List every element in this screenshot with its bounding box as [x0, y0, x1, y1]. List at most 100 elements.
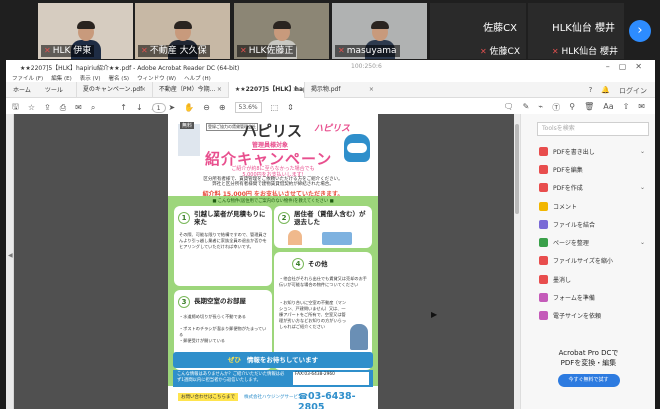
help-icon[interactable]: ?	[589, 86, 593, 96]
box-3-title: 長期空室のお部屋	[194, 297, 246, 305]
left-panel-toggle[interactable]: ◀	[6, 114, 14, 409]
participant-tile[interactable]: ✕ HLK佐藤正	[234, 3, 329, 59]
document-tab[interactable]: × 掲示物.pdf	[303, 81, 380, 98]
scroll-mode-icon[interactable]: ⇕	[287, 103, 294, 112]
tool-item[interactable]: フォームを準備	[521, 288, 655, 306]
stamp-icon[interactable]: ⚲	[569, 102, 575, 113]
close-tab-icon[interactable]: ×	[217, 82, 222, 98]
tool-item[interactable]: PDFを書き出し ⌄	[521, 142, 655, 160]
box-1-num: 1	[178, 212, 190, 224]
next-page-icon[interactable]: ›	[629, 20, 651, 42]
nav-home[interactable]: ホーム	[6, 85, 38, 94]
chevron-down-icon[interactable]: ⌄	[640, 184, 645, 191]
upload-icon[interactable]: ⇪	[44, 103, 51, 112]
tool-item[interactable]: 墨消し	[521, 270, 655, 288]
menu-item[interactable]: 編集 (E)	[51, 74, 72, 82]
box-4-num: 4	[292, 258, 304, 270]
print-icon[interactable]: ⎙	[60, 103, 66, 113]
tool-label: PDFを書き出し	[553, 148, 595, 156]
tools-search-input[interactable]: Toolsを検索	[537, 122, 649, 136]
mic-muted-icon: ✕	[240, 46, 247, 55]
hand-tool-icon[interactable]: ✋	[184, 103, 194, 112]
tool-item[interactable]: PDFを作成 ⌄	[521, 179, 655, 197]
box-1-text: その際、可能な限りで結構ですので、管理員さんより引っ越し業者に家族全員の退去か否…	[179, 232, 267, 249]
menu-item[interactable]: ファイル (F)	[12, 74, 43, 82]
participant-tile[interactable]: ✕ masuyama	[332, 3, 427, 59]
window-controls[interactable]: –▢✕	[606, 62, 651, 71]
text-tool-icon[interactable]: Aa	[603, 102, 613, 113]
fit-page-icon[interactable]: ⬚	[271, 103, 279, 112]
save-icon[interactable]: 🖫	[12, 101, 19, 115]
nav-tools[interactable]: ツール	[38, 85, 70, 94]
zoom-out-icon[interactable]: ⊖	[203, 103, 210, 112]
titlebar-center-text: 100:250:6	[351, 63, 382, 70]
select-cursor-icon[interactable]: ➤	[168, 103, 175, 112]
tool-item[interactable]: ページを整理 ⌄	[521, 233, 655, 251]
participant-name-small: ✕ 佐藤CX	[479, 47, 520, 57]
mic-muted-icon: ✕	[141, 46, 148, 55]
zoom-level[interactable]: 53.6%	[234, 102, 262, 113]
textbox-icon[interactable]: Ⓣ	[552, 102, 560, 113]
tool-icon	[539, 146, 548, 156]
window-titlebar: ★★2207]5【HLK】hapiriu紹介★★.pdf - Adobe Acr…	[6, 60, 655, 74]
participant-tile-no-video[interactable]: 佐藤CX ✕ 佐藤CX	[430, 3, 526, 59]
tool-label: フォームを準備	[553, 295, 595, 303]
banner-text: 情報をお待ちしています	[246, 356, 319, 364]
toolbar-right: 🗨 ✎ ⌁ Ⓣ ⚲ 🗑 Aa ⇧ ✉	[504, 102, 645, 113]
pdf-page: 無料 登録ご協力の賃貸管理会社 ハピリス ハピリス 管理員様対象 紹介キャンペー…	[168, 114, 378, 409]
tool-item[interactable]: ファイルを結合	[521, 215, 655, 233]
participant-tile[interactable]: ✕ HLK 伊東	[38, 3, 133, 59]
tool-icon	[539, 293, 548, 303]
chevron-down-icon[interactable]: ⌄	[640, 239, 645, 246]
page-number-input[interactable]: 1	[151, 102, 166, 113]
company-name: 株式会社ハウジングサービス	[244, 395, 303, 400]
delete-icon[interactable]: 🗑	[584, 102, 594, 113]
zoom-in-icon[interactable]: ⊕	[219, 103, 226, 112]
tab-label: ★★2207]5【HLK】hapi…	[234, 85, 304, 93]
free-trial-button[interactable]: 今すぐ無料で試す	[557, 374, 620, 387]
chevron-down-icon[interactable]: ⌄	[640, 148, 645, 155]
family-illustration	[288, 230, 302, 245]
video-gallery-strip: ✕ HLK 伊東 ✕ 不動産 大久保 ✕ HLK佐藤正 ✕ masuyama 佐藤CX ✕ 佐藤C…	[0, 0, 660, 60]
login-button[interactable]: ログイン	[619, 86, 647, 96]
scroll-thumb[interactable]	[515, 124, 519, 214]
mic-muted-icon: ✕	[44, 46, 51, 55]
pen-icon[interactable]: ✎	[523, 102, 530, 113]
page-down-icon[interactable]: ↓	[136, 103, 143, 112]
document-tab[interactable]: × 不動産（PM）今期…	[151, 81, 228, 98]
zoom-search-icon[interactable]: ⌕	[91, 103, 95, 113]
screen: ✕ HLK 伊東 ✕ 不動産 大久保 ✕ HLK佐藤正 ✕ masuyama 佐藤CX ✕ 佐藤C…	[0, 0, 660, 409]
email-share-icon[interactable]: ✉	[638, 102, 645, 113]
box-3-item-3: ・郵便受けが開いている	[179, 338, 225, 343]
document-tabs: × 夏のキャンペーン.pdf × 不動産（PM）今期… × ★★2207]5【HLK】ha…	[75, 81, 380, 98]
tool-item[interactable]: ファイルサイズを縮小	[521, 252, 655, 270]
highlighter-icon[interactable]: ⌁	[538, 102, 543, 113]
participant-tile[interactable]: ✕ 不動産 大久保	[135, 3, 230, 59]
close-tab-icon[interactable]: ×	[369, 82, 374, 98]
participant-tile-no-video[interactable]: HLK仙台 櫻井 ✕ HLK仙台 櫻井	[528, 3, 624, 59]
bell-icon[interactable]: 🔔	[601, 86, 610, 96]
tool-label: ファイルサイズを縮小	[553, 258, 613, 266]
truck-illustration	[322, 232, 352, 245]
tool-item[interactable]: コメント	[521, 197, 655, 215]
email-icon[interactable]: ✉	[75, 103, 82, 112]
document-tab[interactable]: ×★★2207]5【HLK】hapi…	[227, 81, 304, 98]
box-2: 2 居住者（賃借人含む）が退去した	[274, 206, 372, 248]
flyer-green-section: ■ こんな物件(居住用でご案内のない物件)を教えてください ■ 1 引越し業者が…	[168, 196, 378, 387]
share-icon[interactable]: ⇧	[623, 102, 630, 113]
bookmark-star-icon[interactable]: ☆	[28, 103, 35, 112]
comment-icon[interactable]: 🗨	[504, 102, 514, 113]
flyer-tag: 無料	[180, 122, 195, 129]
mic-muted-icon: ✕	[479, 47, 487, 56]
document-canvas[interactable]: 無料 登録ご協力の賃貸管理会社 ハピリス ハピリス 管理員様対象 紹介キャンペー…	[14, 114, 514, 409]
page-up-icon[interactable]: ↑	[120, 103, 127, 112]
acrobat-window: ★★2207]5【HLK】hapiriu紹介★★.pdf - Adobe Acr…	[6, 60, 655, 409]
mouse-cursor-icon: ▶	[431, 310, 438, 319]
box-2-num: 2	[278, 212, 290, 224]
tools-panel: Toolsを検索 PDFを書き出し ⌄ PDFを編集 PDFを作成 ⌄ コメント ファイルを…	[520, 114, 655, 409]
document-tab[interactable]: × 夏のキャンペーン.pdf	[75, 81, 152, 98]
tool-item[interactable]: 電子サインを依頼	[521, 307, 655, 325]
footer-text: こんな情報はありませんか？ご紹介いただいた情報は必ず1週間以内に担当者から返信い…	[177, 372, 285, 383]
box-2-title: 居住者（賃借人含む）が退去した	[294, 210, 366, 226]
tool-item[interactable]: PDFを編集	[521, 160, 655, 178]
